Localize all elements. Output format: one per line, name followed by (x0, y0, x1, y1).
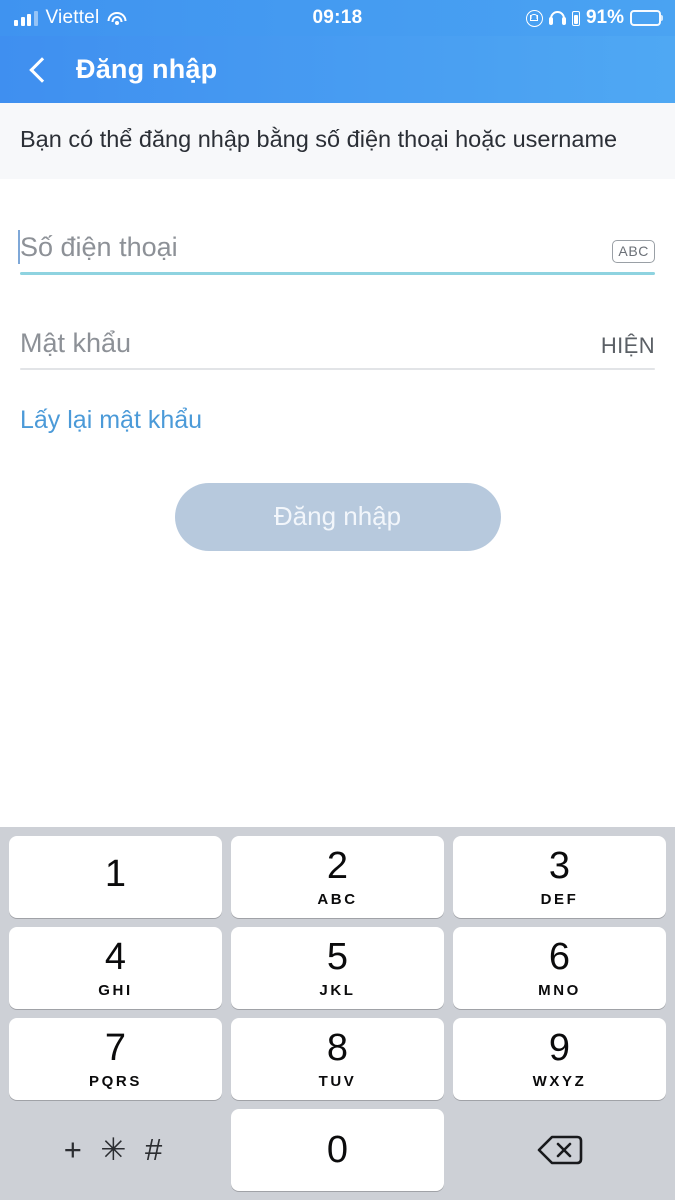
phone-input-placeholder: Số điện thoại (20, 232, 178, 263)
forgot-password-link[interactable]: Lấy lại mật khẩu (20, 406, 202, 435)
keypad-row: 7 PQRS 8 TUV 9 WXYZ (9, 1018, 666, 1100)
key-letters: GHI (98, 981, 133, 999)
login-form: Số điện thoại ABC Mật khẩu HIỆN (0, 179, 675, 370)
password-input-placeholder: Mật khẩu (20, 328, 132, 359)
numeric-keypad: 1 2 ABC 3 DEF 4 GHI 5 JKL 6 MNO 7 PQRS 8… (0, 827, 675, 1200)
key-letters: PQRS (89, 1072, 142, 1090)
show-password-button[interactable]: HIỆN (601, 333, 655, 359)
key-symbols-label: + ✳ # (63, 1132, 168, 1167)
password-field-underline (20, 368, 655, 370)
password-input[interactable]: Mật khẩu (20, 328, 601, 359)
key-digit: 4 (104, 935, 127, 978)
content-spacer (0, 550, 675, 827)
key-letters: ABC (317, 890, 358, 908)
key-6[interactable]: 6 MNO (453, 927, 666, 1009)
key-letters: JKL (319, 981, 356, 999)
key-letters: WXYZ (532, 1072, 587, 1090)
battery-icon (630, 10, 661, 26)
key-digit: 3 (548, 844, 571, 887)
key-backspace[interactable] (453, 1109, 666, 1191)
key-7[interactable]: 7 PQRS (9, 1018, 222, 1100)
phone-field-group: Số điện thoại ABC (18, 179, 655, 276)
key-2[interactable]: 2 ABC (231, 836, 444, 918)
headphone-battery-icon (571, 10, 580, 26)
headphones-icon (548, 10, 566, 26)
key-0[interactable]: 0 (231, 1109, 444, 1191)
phone-input[interactable]: Số điện thoại (18, 230, 612, 265)
key-4[interactable]: 4 GHI (9, 927, 222, 1009)
keypad-row: 4 GHI 5 JKL 6 MNO (9, 927, 666, 1009)
abc-keyboard-toggle-button[interactable]: ABC (612, 240, 655, 264)
key-1[interactable]: 1 (9, 836, 222, 918)
key-digit: 7 (104, 1026, 127, 1069)
backspace-delete-icon (537, 1133, 583, 1167)
key-digit: 6 (548, 935, 571, 978)
keypad-row: + ✳ # 0 (9, 1109, 666, 1191)
status-bar-left: Viettel (14, 7, 127, 29)
login-screen: Viettel 09:18 91% Đăng nhập Bạn có thể đ… (0, 0, 675, 1200)
key-digit: 5 (326, 935, 349, 978)
key-letters: DEF (540, 890, 579, 908)
login-button[interactable]: Đăng nhập (174, 482, 501, 551)
password-field-row[interactable]: Mật khẩu HIỆN (20, 313, 655, 359)
key-9[interactable]: 9 WXYZ (453, 1018, 666, 1100)
login-button-row: Đăng nhập (0, 434, 675, 551)
key-digit: 8 (326, 1026, 349, 1069)
key-letters: MNO (538, 981, 581, 999)
description-band: Bạn có thể đăng nhập bằng số điện thoại … (0, 103, 675, 180)
page-title: Đăng nhập (76, 54, 218, 84)
keypad-row: 1 2 ABC 3 DEF (9, 836, 666, 918)
forgot-password-row: Lấy lại mật khẩu (0, 369, 675, 435)
key-digit: 0 (326, 1129, 349, 1171)
description-text: Bạn có thể đăng nhập bằng số điện thoại … (20, 126, 618, 152)
phone-field-row[interactable]: Số điện thoại ABC (18, 217, 655, 265)
key-letters: TUV (318, 1072, 357, 1090)
key-8[interactable]: 8 TUV (231, 1018, 444, 1100)
carrier-name: Viettel (45, 7, 100, 28)
battery-percent-label: 91% (585, 7, 624, 28)
rotation-lock-icon (525, 9, 543, 27)
signal-bars-icon (14, 10, 38, 26)
key-digit: 2 (326, 844, 349, 887)
key-digit: 9 (548, 1026, 571, 1069)
back-chevron-icon[interactable] (26, 58, 50, 82)
nav-bar: Đăng nhập (0, 36, 675, 103)
key-digit: 1 (104, 853, 127, 895)
key-3[interactable]: 3 DEF (453, 836, 666, 918)
key-5[interactable]: 5 JKL (231, 927, 444, 1009)
wifi-icon (107, 11, 127, 26)
password-field-group: Mật khẩu HIỆN (20, 275, 655, 370)
status-bar: Viettel 09:18 91% (0, 0, 675, 36)
key-symbols[interactable]: + ✳ # (9, 1109, 222, 1191)
text-caret (18, 230, 20, 265)
status-bar-right: 91% (525, 7, 661, 29)
